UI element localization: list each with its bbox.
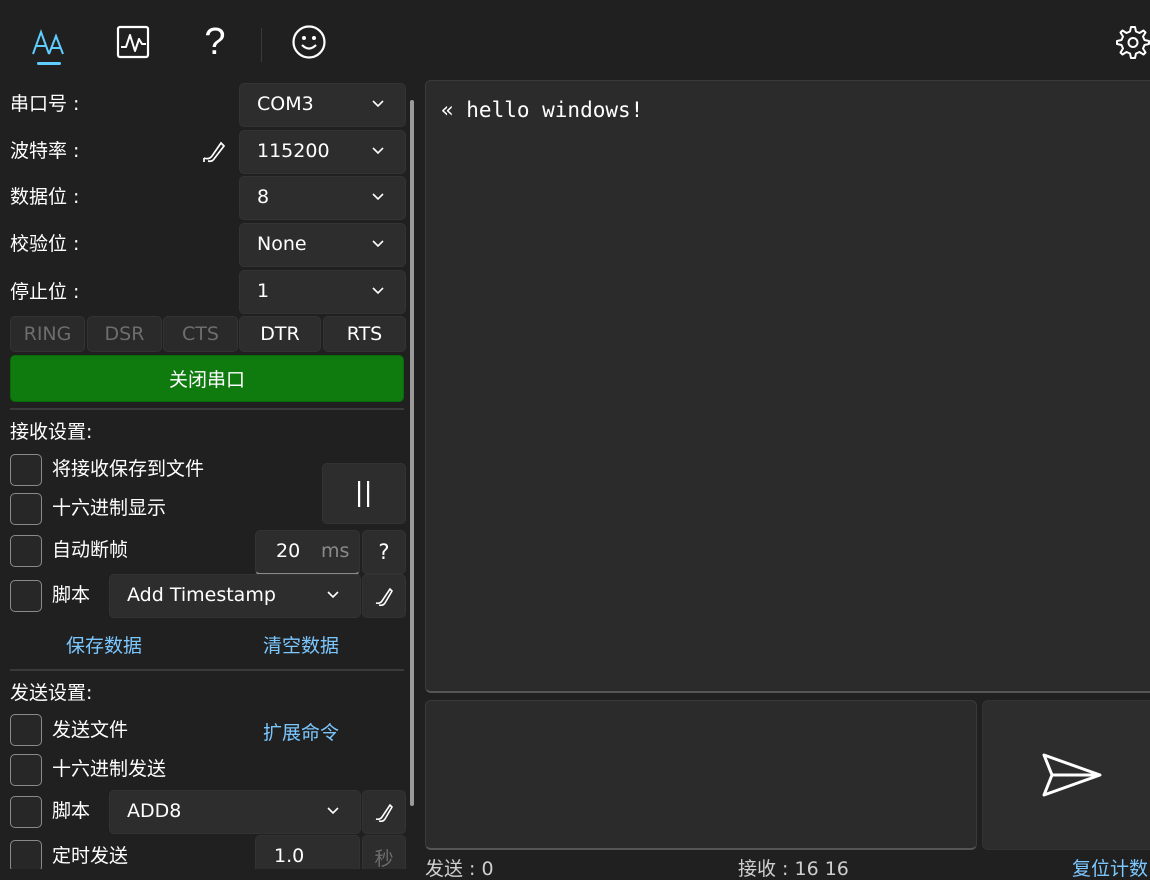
send-script-checkbox[interactable] [10,796,42,828]
save-to-file-label: 将接收保存到文件 [52,458,205,480]
chevron-down-icon [327,591,339,599]
send-script-select[interactable]: ADD8 [109,790,361,834]
parity-select[interactable]: None [239,223,406,267]
receive-script-checkbox[interactable] [10,580,42,612]
send-icon [1042,753,1102,797]
frame-timeout-value: 20 [276,540,301,562]
smiley-icon[interactable] [285,18,333,66]
save-data-link[interactable]: 保存数据 [66,631,142,658]
sent-count: 发送 : 0 [425,858,494,880]
send-file-label: 发送文件 [52,719,129,741]
port-value: COM3 [257,93,314,115]
dsr-pin: DSR [87,316,162,352]
chevron-down-icon [372,193,384,201]
receive-script-select[interactable]: Add Timestamp [109,574,361,618]
chevron-down-icon [372,147,384,155]
stopbits-label: 停止位 : [10,281,80,303]
gear-icon[interactable] [1108,18,1150,66]
help-glyph: ? [204,20,226,63]
timer-unit: 秒 [362,835,406,869]
port-select[interactable]: COM3 [239,83,406,127]
hex-send-checkbox[interactable] [10,754,42,786]
send-section-label: 发送设置: [10,682,93,704]
frame-help-button[interactable]: ? [362,530,406,574]
auto-frame-label: 自动断帧 [52,539,129,561]
rts-toggle[interactable]: RTS [323,316,406,352]
edit-send-script-button[interactable] [362,790,406,834]
receive-output[interactable]: « hello windows! [425,80,1150,693]
edit-receive-script-button[interactable] [362,574,406,618]
baud-select[interactable]: 115200 [239,130,406,174]
frame-timeout-input[interactable]: 20 ms [255,530,360,575]
port-label: 串口号 : [10,93,80,115]
databits-label: 数据位 : [10,186,80,208]
timed-send-checkbox[interactable] [10,840,42,869]
settings-panel: 串口号 : COM3 波特率 : 115200 数据位 : 8 校验位 : No… [0,76,420,869]
dtr-toggle[interactable]: DTR [239,316,321,352]
chevron-down-icon [372,100,384,108]
baud-label: 波特率 : [10,140,80,162]
chevron-down-icon [327,807,339,815]
chevron-down-icon [372,240,384,248]
font-icon[interactable] [24,18,72,66]
hex-display-checkbox[interactable] [10,493,42,525]
received-count: 接收 : 16 16 [738,858,849,880]
send-script-label: 脚本 [52,800,91,822]
divider [10,408,404,410]
receive-script-label: 脚本 [52,584,91,606]
parity-value: None [257,233,307,255]
edit-icon [375,803,394,823]
close-port-button[interactable]: 关闭串口 [10,355,404,402]
receive-output-text: « hello windows! [441,98,644,122]
stopbits-select[interactable]: 1 [239,270,406,314]
hex-send-label: 十六进制发送 [52,758,167,780]
send-input[interactable] [425,700,977,850]
toolbar-separator [261,28,262,62]
timer-interval-input[interactable]: 1.0 [255,835,360,869]
chevron-down-icon [372,287,384,295]
receive-section-label: 接收设置: [10,421,93,443]
ring-pin: RING [10,316,85,352]
stopbits-value: 1 [257,280,270,302]
frame-timeout-unit: ms [321,540,350,562]
timed-send-label: 定时发送 [52,845,129,867]
active-tab-indicator [37,62,61,65]
parity-label: 校验位 : [10,233,80,255]
auto-frame-checkbox[interactable] [10,535,42,567]
send-file-checkbox[interactable] [10,714,42,746]
pause-icon [358,480,370,507]
timer-interval-value: 1.0 [274,845,305,867]
edit-baud-icon[interactable] [195,131,231,171]
databits-select[interactable]: 8 [239,176,406,220]
extend-command-link[interactable]: 扩展命令 [263,718,339,745]
pause-button[interactable] [322,463,406,524]
hex-display-label: 十六进制显示 [52,497,167,519]
toolbar: ? [0,6,1150,76]
waveform-icon[interactable] [109,18,157,66]
save-to-file-checkbox[interactable] [10,454,42,486]
divider [10,669,404,671]
settings-scrollbar[interactable] [410,100,414,806]
send-script-value: ADD8 [127,800,182,822]
reset-count-link[interactable]: 复位计数 [1072,858,1148,880]
baud-value: 115200 [257,140,330,162]
databits-value: 8 [257,186,270,208]
edit-icon [375,587,394,607]
receive-script-value: Add Timestamp [127,584,276,606]
help-icon[interactable]: ? [191,18,239,66]
send-button[interactable] [982,700,1150,850]
cts-pin: CTS [163,316,238,352]
clear-data-link[interactable]: 清空数据 [263,631,339,658]
